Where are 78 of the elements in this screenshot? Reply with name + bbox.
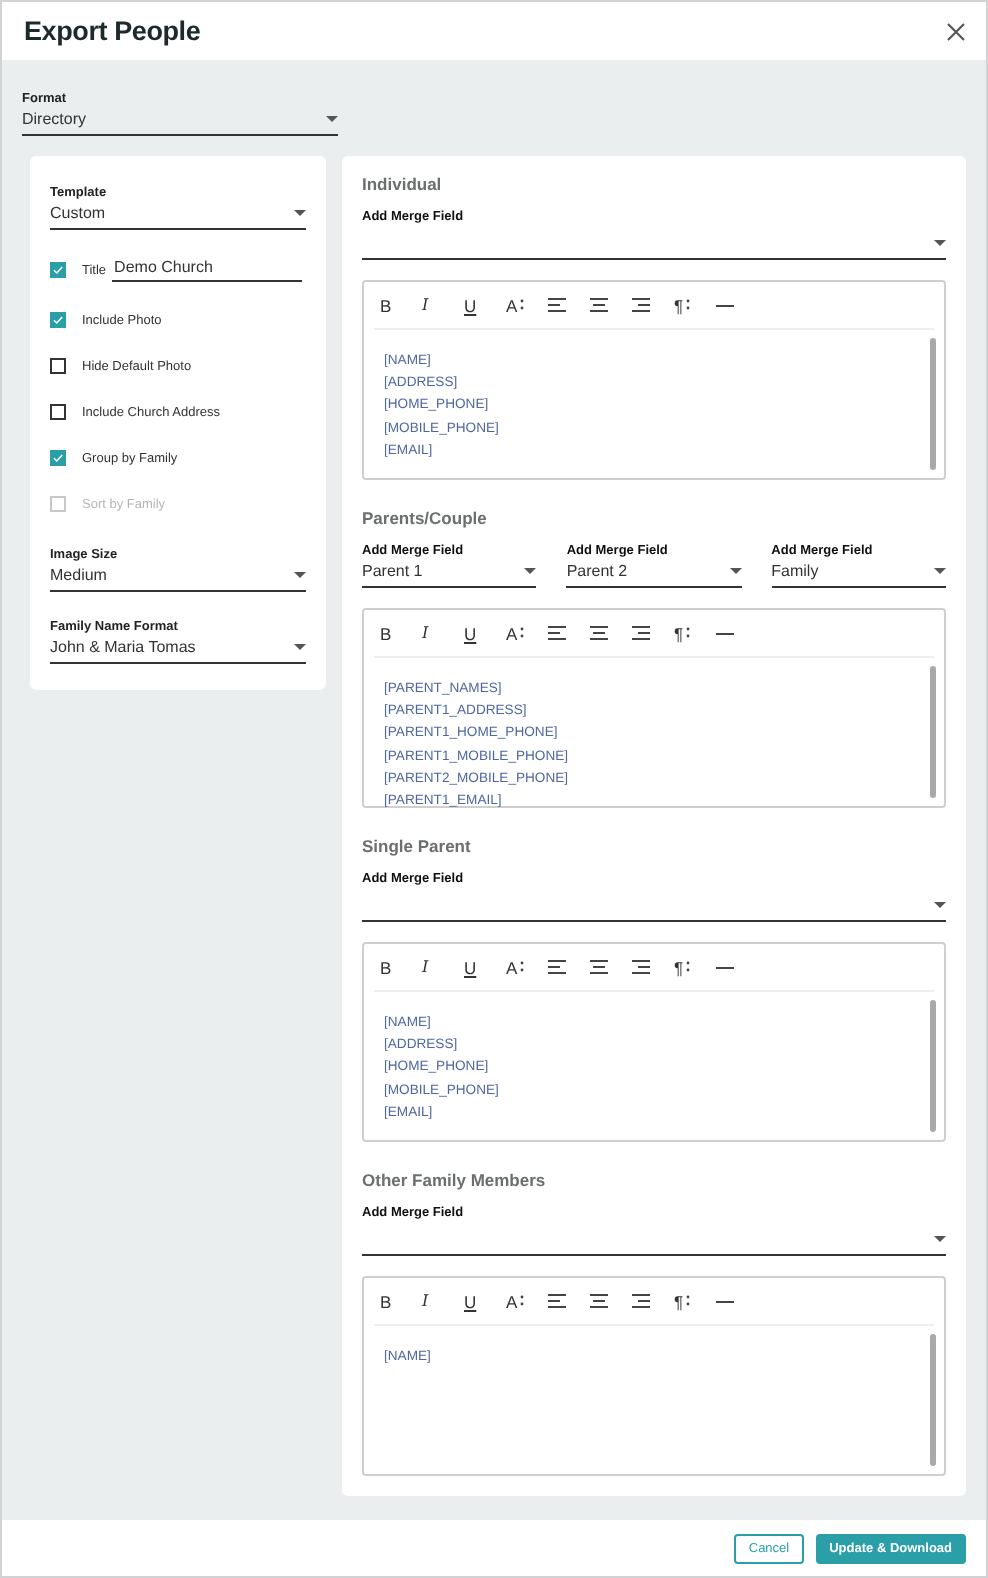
font-size-button[interactable]: A [506, 952, 548, 982]
select-value: Custom [50, 202, 106, 224]
font-size-button[interactable]: A [506, 1286, 548, 1316]
title-input[interactable]: Demo Church [112, 258, 303, 282]
align-left-icon [548, 298, 566, 312]
horizontal-line-icon [716, 631, 734, 635]
align-left-icon [548, 626, 566, 640]
caret-icon [524, 568, 537, 574]
more-dots-icon [519, 1294, 524, 1308]
underline-button[interactable]: U [464, 618, 506, 648]
bold-button[interactable]: B [380, 1286, 422, 1316]
caret-icon [934, 240, 946, 246]
underline-button[interactable]: U [464, 952, 506, 982]
align-center-icon [590, 1294, 608, 1308]
align-left-icon [548, 1294, 566, 1308]
checkbox[interactable] [50, 262, 66, 278]
italic-button[interactable]: I [422, 1286, 464, 1316]
italic-button[interactable]: I [422, 290, 464, 320]
section-title: Single Parent [362, 836, 473, 858]
bold-button[interactable]: B [380, 290, 422, 320]
select-value: Family [771, 560, 819, 582]
more-dots-icon [685, 1294, 690, 1308]
align-center-icon [590, 960, 608, 974]
caret-icon [294, 210, 306, 216]
more-dots-icon [519, 626, 524, 640]
checkbox[interactable] [50, 312, 66, 328]
font-size-button[interactable]: A [506, 290, 548, 320]
checkbox[interactable] [50, 450, 66, 466]
caret-icon [933, 568, 946, 574]
horizontal-line-icon [716, 303, 734, 307]
section-title: Parents/Couple [362, 508, 489, 530]
horizontal-line-icon [716, 1299, 734, 1303]
select-value: Directory [22, 108, 87, 130]
italic-button[interactable]: I [422, 618, 464, 648]
underline-button[interactable]: U [464, 1286, 506, 1316]
caret-icon [294, 644, 306, 650]
bold-button[interactable]: B [380, 618, 422, 648]
horizontal-line-icon [716, 965, 734, 969]
align-right-icon [632, 626, 650, 640]
checkbox[interactable] [50, 404, 66, 420]
caret-icon [729, 568, 742, 574]
bold-button[interactable]: B [380, 952, 422, 982]
scrollbar-thumb[interactable] [930, 666, 936, 798]
align-right-icon [632, 960, 650, 974]
align-left-icon [548, 960, 566, 974]
align-right-icon [632, 298, 650, 312]
select-value: John & Maria Tomas [50, 636, 196, 658]
caret-icon [934, 1236, 946, 1242]
font-size-button[interactable]: A [506, 618, 548, 648]
scrollbar-thumb[interactable] [930, 338, 936, 470]
select-value: Parent 2 [566, 560, 628, 582]
align-center-icon [590, 298, 608, 312]
caret-icon [294, 572, 306, 578]
paragraph-button[interactable]: ¶ [674, 618, 716, 648]
underline-button[interactable]: U [464, 290, 506, 320]
paragraph-button[interactable]: ¶ [674, 952, 716, 982]
close-button[interactable] [946, 21, 966, 41]
section-title: Other Family Members [362, 1170, 548, 1192]
section-title: Individual [362, 174, 444, 196]
paragraph-button[interactable]: ¶ [674, 290, 716, 320]
select-value: Parent 1 [362, 560, 423, 582]
more-dots-icon [685, 960, 690, 974]
more-dots-icon [685, 298, 690, 312]
paragraph-button[interactable]: ¶ [674, 1286, 716, 1316]
checkbox[interactable] [50, 358, 66, 374]
dialog-title: Export People [24, 16, 201, 46]
close-icon [946, 21, 966, 41]
italic-button[interactable]: I [422, 952, 464, 982]
select-value: Medium [50, 564, 107, 586]
scrollbar-thumb[interactable] [930, 1334, 936, 1466]
align-center-icon [590, 626, 608, 640]
more-dots-icon [519, 298, 524, 312]
scrollbar-thumb[interactable] [930, 1000, 936, 1132]
more-dots-icon [685, 626, 690, 640]
align-right-icon [632, 1294, 650, 1308]
caret-icon [934, 902, 946, 908]
caret-icon [326, 116, 338, 122]
more-dots-icon [519, 960, 524, 974]
